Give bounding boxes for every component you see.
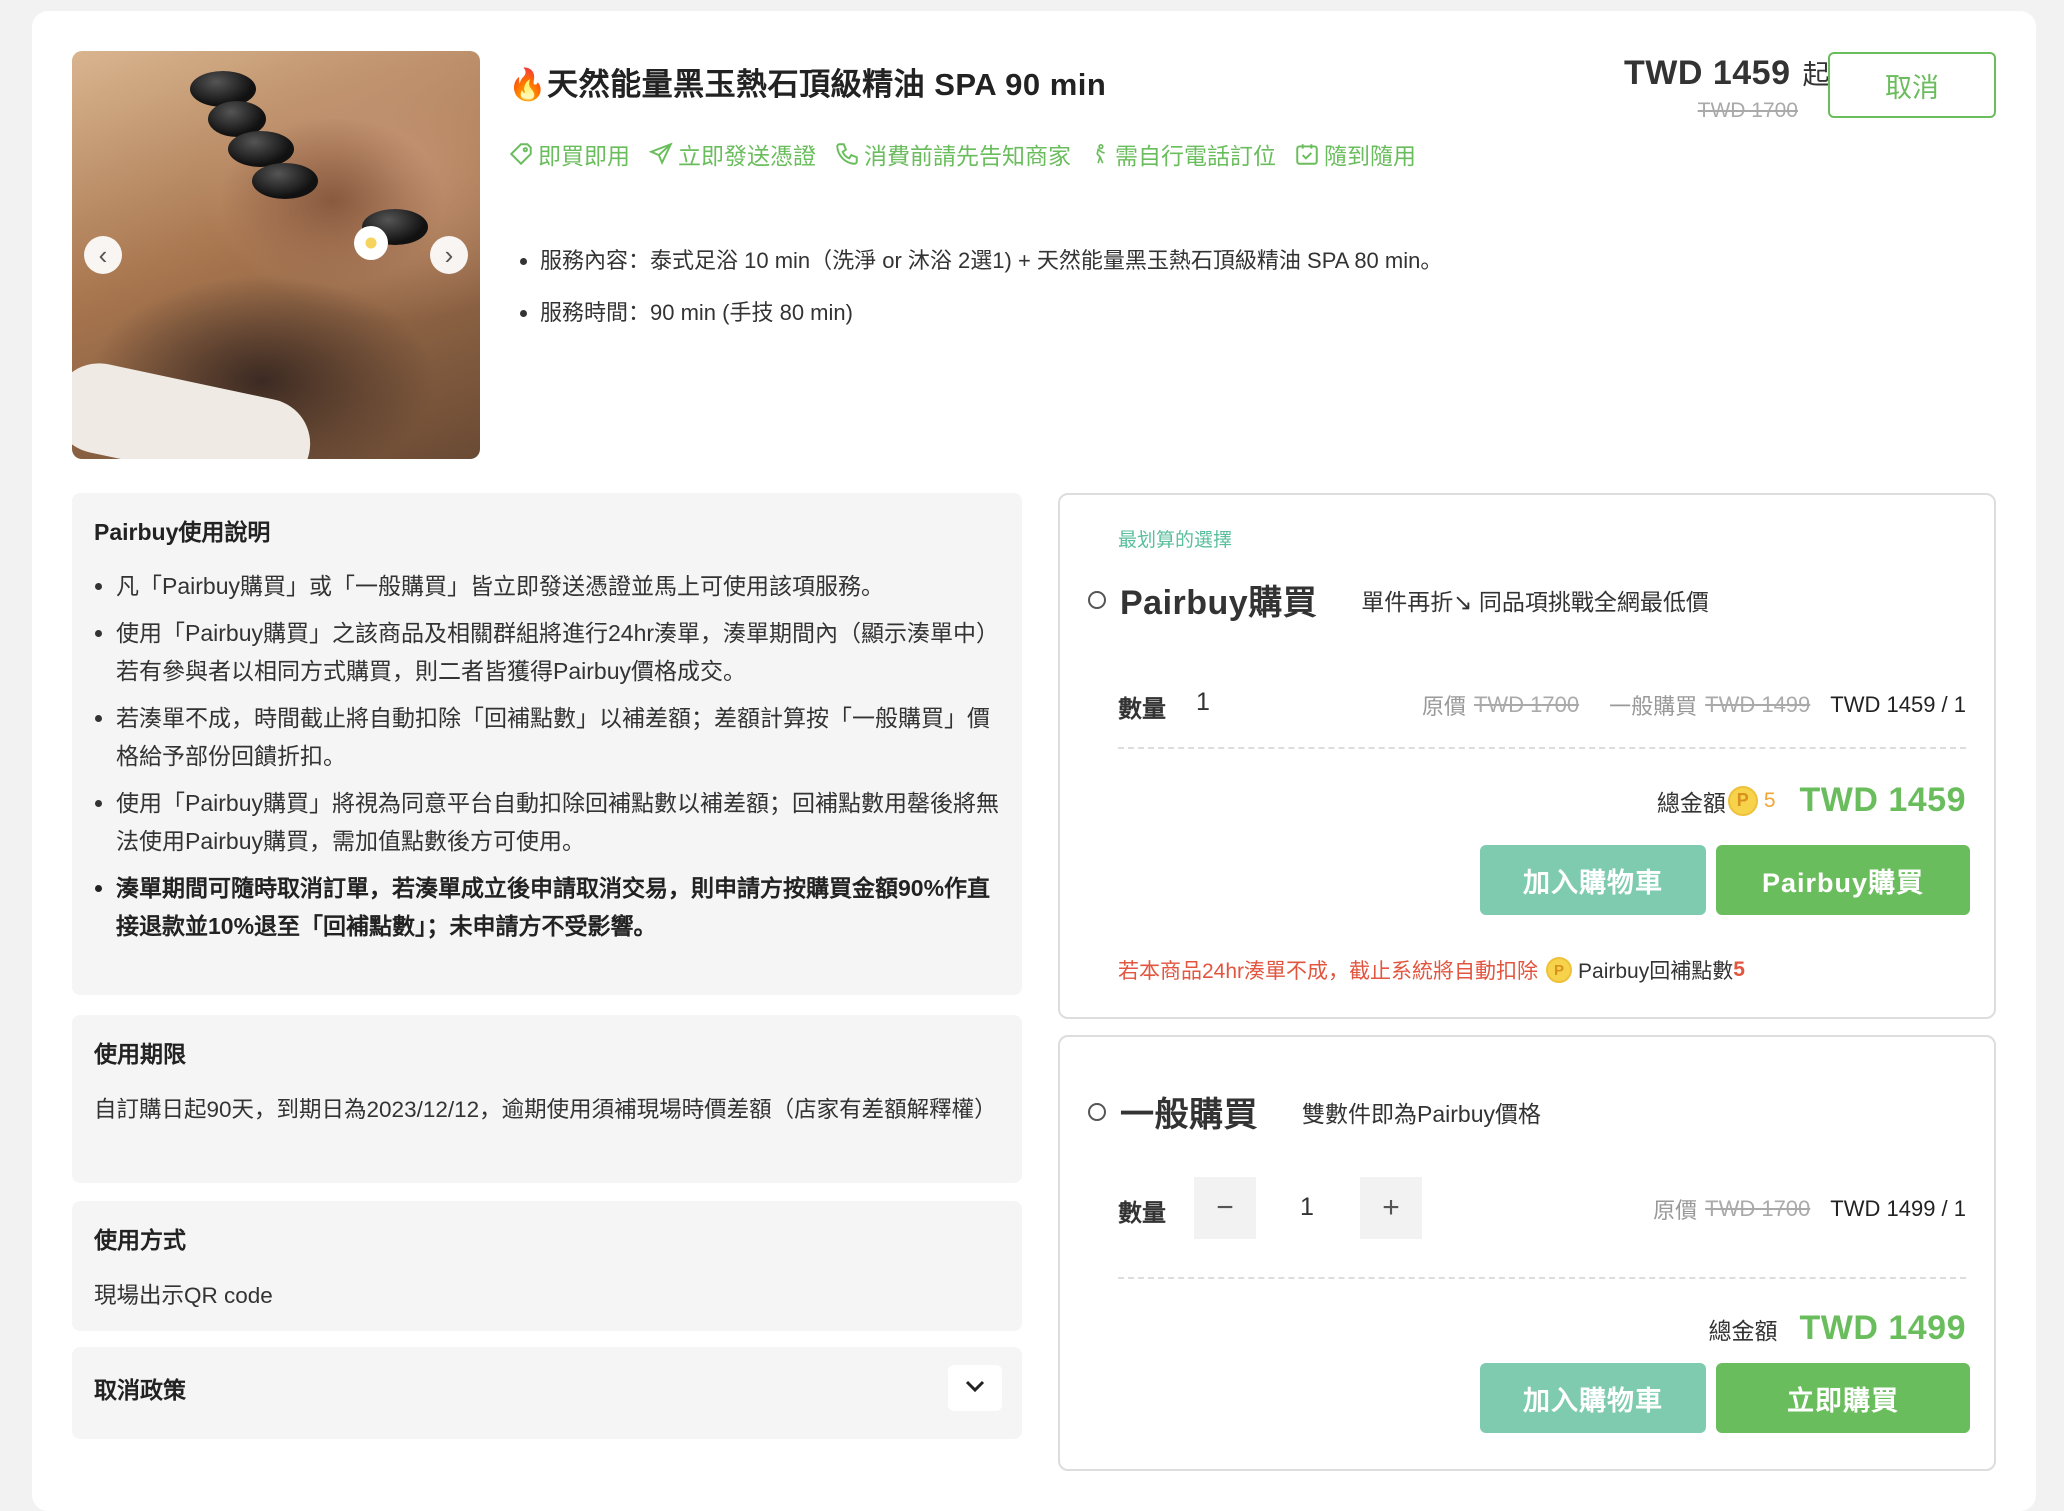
flower-shape [354, 226, 388, 260]
cancel-policy-title: 取消政策 [94, 1377, 186, 1403]
normal-price: TWD 1499 [1705, 692, 1811, 717]
quantity-label: 數量 [1118, 1200, 1166, 1227]
buy-now-button[interactable]: 立即購買 [1716, 1363, 1970, 1433]
warning-points-label: Pairbuy回補點數 [1578, 960, 1734, 983]
usage-panel: Pairbuy使用說明 凡「Pairbuy購買」或「一般購買」皆立即發送憑證並馬… [72, 493, 1022, 995]
calendar-check-icon [1294, 141, 1320, 167]
feature-tags: 即買即用 立即發送憑證 消費前請先告知商家 需自行電話訂位 隨到隨用 [508, 137, 1416, 171]
unit-price: TWD 1499 / 1 [1830, 1196, 1966, 1221]
feature-tag: 消費前請先告知商家 [834, 137, 1071, 171]
quantity-increase-button[interactable]: + [1360, 1177, 1422, 1239]
normal-option-header[interactable]: 一般購買 雙數件即為Pairbuy價格 [1088, 1087, 1541, 1136]
product-image: ‹ › [72, 51, 480, 459]
divider [1118, 747, 1966, 749]
divider [1118, 1277, 1966, 1279]
usage-item: 湊單期間可隨時取消訂單，若湊單成立後申請取消交易，則申請方按購買金額90%作直接… [116, 869, 1000, 945]
product-card: ‹ › 🔥天然能量黑玉熱石頂級精油 SPA 90 min 即買即用 立即發送憑證… [32, 11, 2036, 1511]
points-coin-icon: P [1727, 785, 1758, 816]
option-name: 一般購買 [1120, 1096, 1258, 1134]
usage-item: 使用「Pairbuy購買」之該商品及相關群組將進行24hr湊單，湊單期間內（顯示… [116, 614, 1000, 690]
validity-title: 使用期限 [94, 1041, 186, 1067]
points-value: 5 [1763, 788, 1776, 812]
walk-icon [1089, 141, 1111, 167]
phone-icon [834, 141, 860, 167]
warning-text: 若本商品24hr湊單不成，截止系統將自動扣除 P Pairbuy回補點數 5 [1118, 955, 1745, 985]
usage-item: 若湊單不成，時間截止將自動扣除「回補點數」以補差額；差額計算按「一般購買」價格給… [116, 699, 1000, 775]
stone-shape [228, 131, 294, 167]
feature-tag: 即買即用 [508, 137, 630, 171]
pairbuy-option-box: 最划算的選擇 Pairbuy購買 單件再折↘ 同品項挑戰全網最低價 數量 1 原… [1058, 493, 1996, 1019]
total-amount: TWD 1459 [1799, 781, 1966, 819]
usage-list: 凡「Pairbuy購買」或「一般購買」皆立即發送憑證並馬上可使用該項服務。 使用… [94, 567, 1000, 945]
service-detail-item: 服務內容：泰式足浴 10 min（洗淨 or 沐浴 2選1) + 天然能量黑玉熱… [540, 243, 1442, 275]
service-details: 服務內容：泰式足浴 10 min（洗淨 or 沐浴 2選1) + 天然能量黑玉熱… [510, 243, 1442, 347]
orig-price: TWD 1700 [1473, 692, 1580, 717]
quantity-value: 1 [1196, 688, 1210, 716]
unit-price: TWD 1459 / 1 [1830, 692, 1966, 717]
price-display: TWD 1459 起 [1624, 53, 1830, 93]
option-desc: 雙數件即為Pairbuy價格 [1302, 1100, 1541, 1127]
price-breakdown: 原價 TWD 1700 TWD 1499 / 1 [1653, 1193, 1966, 1225]
usage-title: Pairbuy使用說明 [94, 519, 271, 545]
total-amount: TWD 1499 [1799, 1309, 1966, 1347]
best-choice-tag: 最划算的選擇 [1118, 530, 1233, 551]
cancel-button[interactable]: 取消 [1828, 52, 1996, 118]
orig-label: 原價 [1653, 1198, 1698, 1223]
add-to-cart-button[interactable]: 加入購物車 [1480, 845, 1706, 915]
gallery-prev-button[interactable]: ‹ [84, 236, 122, 274]
validity-panel: 使用期限 自訂購日起90天，到期日為2023/12/12，逾期使用須補現場時價差… [72, 1015, 1022, 1183]
feature-tag: 隨到隨用 [1294, 137, 1416, 171]
method-panel: 使用方式 現場出示QR code [72, 1201, 1022, 1331]
normal-radio[interactable] [1088, 1102, 1106, 1121]
ticket-icon [508, 141, 534, 167]
product-title: 🔥天然能量黑玉熱石頂級精油 SPA 90 min [508, 67, 1107, 102]
cancel-policy-panel[interactable]: 取消政策 [72, 1347, 1022, 1439]
expand-button[interactable] [948, 1365, 1002, 1411]
orig-label: 原價 [1421, 694, 1466, 719]
chevron-down-icon [964, 1379, 986, 1398]
total-row: 總金額 TWD 1499 [1709, 1309, 1967, 1348]
feature-label: 隨到隨用 [1324, 143, 1416, 169]
feature-label: 立即發送憑證 [678, 143, 816, 169]
usage-item: 凡「Pairbuy購買」或「一般購買」皆立即發送憑證並馬上可使用該項服務。 [116, 567, 1000, 605]
pairbuy-option-header[interactable]: Pairbuy購買 單件再折↘ 同品項挑戰全網最低價 [1088, 575, 1709, 624]
total-row: 總金額 P 5 TWD 1459 [1657, 781, 1966, 820]
price-breakdown: 原價 TWD 1700 一般購買 TWD 1499 TWD 1459 / 1 [1422, 689, 1966, 721]
option-desc: 單件再折↘ 同品項挑戰全網最低價 [1361, 588, 1709, 615]
gallery-next-button[interactable]: › [430, 236, 468, 274]
total-label: 總金額 [1656, 789, 1726, 816]
feature-label: 需自行電話訂位 [1115, 143, 1276, 169]
original-price: TWD 1700 [1697, 99, 1798, 122]
orig-price: TWD 1700 [1705, 1196, 1811, 1221]
service-detail-item: 服務時間：90 min (手技 80 min) [540, 295, 1442, 327]
option-name: Pairbuy購買 [1120, 584, 1318, 622]
quantity-label: 數量 [1118, 696, 1166, 723]
stone-shape [252, 163, 318, 199]
feature-tag: 需自行電話訂位 [1089, 137, 1276, 171]
feature-label: 消費前請先告知商家 [864, 143, 1071, 169]
pairbuy-radio[interactable] [1088, 590, 1106, 609]
quantity-decrease-button[interactable]: − [1194, 1177, 1256, 1239]
validity-text: 自訂購日起90天，到期日為2023/12/12，逾期使用須補現場時價差額（店家有… [94, 1097, 997, 1122]
send-icon [648, 141, 674, 167]
warning-message: 若本商品24hr湊單不成，截止系統將自動扣除 [1118, 960, 1539, 983]
price-value: TWD 1459 [1624, 54, 1791, 92]
points-coin-icon: P [1546, 957, 1573, 983]
add-to-cart-button[interactable]: 加入購物車 [1480, 1363, 1706, 1433]
pairbuy-buy-button[interactable]: Pairbuy購買 [1716, 845, 1970, 915]
usage-item: 使用「Pairbuy購買」將視為同意平台自動扣除回補點數以補差額；回補點數用罄後… [116, 784, 1000, 860]
total-label: 總金額 [1708, 1317, 1778, 1344]
normal-label: 一般購買 [1609, 694, 1698, 719]
normal-option-box: 一般購買 雙數件即為Pairbuy價格 數量 − 1 + 原價 TWD 1700… [1058, 1035, 1996, 1471]
quantity-value[interactable]: 1 [1300, 1193, 1314, 1222]
feature-tag: 立即發送憑證 [648, 137, 816, 171]
towel-shape [72, 354, 319, 459]
method-title: 使用方式 [94, 1227, 186, 1253]
method-text: 現場出示QR code [94, 1283, 273, 1308]
warning-points-value: 5 [1733, 958, 1745, 981]
feature-label: 即買即用 [538, 143, 630, 169]
price-suffix: 起 [1802, 60, 1830, 90]
